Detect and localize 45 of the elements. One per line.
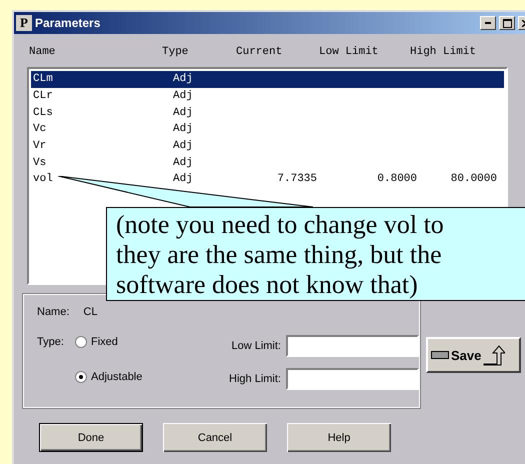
list-row[interactable]: Vr Adj bbox=[31, 138, 504, 154]
list-cell-text: Adj bbox=[173, 156, 194, 169]
list-cell-text: vol bbox=[33, 173, 54, 186]
column-header: Type bbox=[162, 46, 190, 58]
name-value: CL bbox=[83, 306, 98, 318]
list-cell-text: CLr bbox=[33, 90, 54, 102]
dialog-button[interactable]: Cancel bbox=[163, 423, 267, 452]
column-header: High Limit bbox=[410, 46, 478, 58]
list-cell-text: CLm bbox=[33, 73, 54, 86]
list-row[interactable]: CLm Adj bbox=[31, 71, 504, 88]
save-button[interactable]: Save bbox=[426, 337, 521, 373]
column-header: Low Limit bbox=[319, 46, 380, 58]
list-row[interactable]: CLr Adj bbox=[31, 88, 504, 104]
list-row[interactable]: vol Adj 7.7335 0.8000 80.0000 bbox=[31, 171, 504, 188]
dialog-button[interactable]: Help bbox=[287, 423, 391, 452]
callout-text: (note you need to change vol to bbox=[116, 210, 445, 240]
list-row[interactable]: Vc Adj bbox=[31, 121, 504, 138]
list-cell-text: 7.7335 bbox=[276, 173, 317, 186]
list-cell-text: Vr bbox=[33, 140, 48, 152]
list-row[interactable]: Vs Adj bbox=[31, 154, 504, 172]
list-cell-text: Vs bbox=[33, 156, 48, 169]
low-limit-label: Low Limit: bbox=[231, 340, 281, 352]
callout-text: they are the same thing, but the bbox=[116, 240, 443, 270]
high-limit-label: High Limit: bbox=[229, 373, 281, 385]
type-radio[interactable]: Fixed bbox=[75, 336, 230, 348]
dialog-button[interactable]: Done bbox=[39, 423, 143, 452]
name-label: Name: bbox=[37, 306, 70, 318]
list-cell-text: Adj bbox=[173, 106, 194, 119]
list-cell-text: Adj bbox=[173, 140, 194, 152]
list-cell-text: 0.8000 bbox=[376, 173, 417, 186]
window-title: Parameters bbox=[35, 16, 102, 30]
list-cell-text: CLs bbox=[33, 106, 54, 119]
column-header: Current bbox=[236, 46, 284, 58]
app-icon: P bbox=[16, 15, 32, 31]
list-cell-text: 80.0000 bbox=[450, 173, 497, 186]
type-label: Type: bbox=[37, 336, 65, 348]
type-radio[interactable]: Adjustable bbox=[75, 371, 230, 383]
callout-text: software does not know that) bbox=[116, 270, 419, 300]
list-cell-text: Adj bbox=[173, 173, 194, 186]
list-cell-text: Adj bbox=[173, 123, 194, 136]
list-cell-text: Adj bbox=[173, 90, 194, 102]
list-cell-text: Adj bbox=[173, 73, 194, 86]
list-cell-text: Vc bbox=[33, 123, 48, 136]
column-header: Name bbox=[29, 46, 56, 58]
list-row[interactable]: CLs Adj bbox=[31, 104, 504, 122]
